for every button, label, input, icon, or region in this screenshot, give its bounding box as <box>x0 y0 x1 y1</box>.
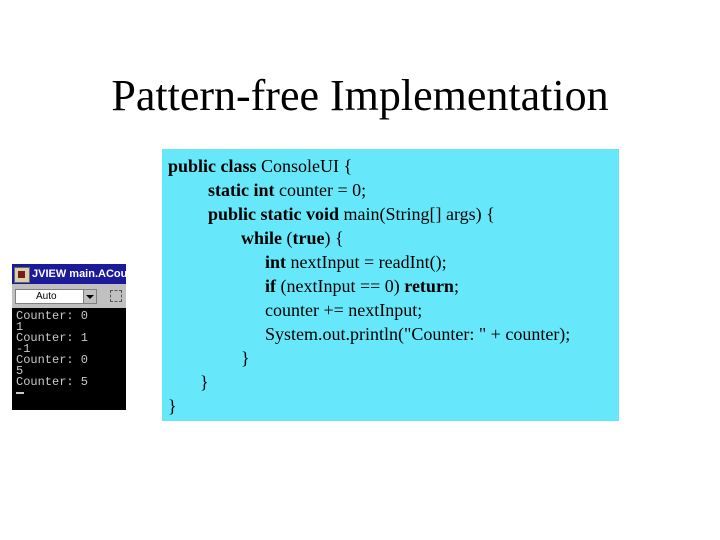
code-text: main(String[] args) { <box>343 204 495 224</box>
code-keyword: public class <box>168 156 262 176</box>
code-line: counter += nextInput; <box>265 298 422 322</box>
chevron-down-icon[interactable] <box>83 290 96 303</box>
code-line: System.out.println("Counter: " + counter… <box>265 322 570 346</box>
code-text: nextInput = readInt(); <box>290 252 447 272</box>
code-keyword: while <box>241 228 287 248</box>
console-output-line: Counter: 5 <box>16 375 89 389</box>
code-text: System.out.println("Counter: " + counter… <box>265 324 571 344</box>
text-cursor <box>16 391 24 394</box>
code-line: } <box>168 394 177 418</box>
console-output: Counter: 0 1 Counter: 1 -1 Counter: 0 5 Counte… <box>16 309 126 399</box>
console-titlebar[interactable]: JVIEW main.ACou <box>12 264 126 284</box>
code-text: counter += nextInput; <box>265 300 423 320</box>
code-text: } <box>241 348 250 368</box>
console-output-line: Counter: 0 <box>16 309 89 323</box>
code-text: (nextInput == 0) <box>280 276 405 296</box>
code-keyword: static int <box>208 180 279 200</box>
console-window[interactable]: JVIEW main.ACou Auto Counter: 0 1 Counter:… <box>12 264 126 410</box>
slide-title: Pattern-free Implementation <box>111 71 609 120</box>
code-keyword: return <box>404 276 454 296</box>
code-line: public class ConsoleUI { <box>168 154 352 178</box>
code-block: public class ConsoleUI {static int count… <box>162 149 619 421</box>
code-keyword: public static void <box>208 204 344 224</box>
code-line: if (nextInput == 0) return; <box>265 274 459 298</box>
mark-icon[interactable] <box>110 290 122 302</box>
window-title: JVIEW main.ACou <box>32 268 126 280</box>
code-keyword: true <box>292 228 325 248</box>
code-text: } <box>200 372 209 392</box>
code-text: } <box>168 396 177 416</box>
console-output-line: Counter: 1 <box>16 331 89 345</box>
app-icon[interactable] <box>14 267 30 283</box>
code-line: static int counter = 0; <box>208 178 366 202</box>
code-line: public static void main(String[] args) { <box>208 202 495 226</box>
code-keyword: int <box>265 252 291 272</box>
code-text: ; <box>453 276 459 296</box>
console-toolbar: Auto <box>12 284 126 308</box>
console-output-line: Counter: 0 <box>16 353 89 367</box>
code-text: counter = 0; <box>279 180 367 200</box>
code-text: ) { <box>324 228 344 248</box>
code-line: int nextInput = readInt(); <box>265 250 447 274</box>
font-size-select[interactable]: Auto <box>15 289 97 304</box>
code-line: } <box>200 370 209 394</box>
code-text: ConsoleUI { <box>261 156 353 176</box>
code-line: } <box>241 346 250 370</box>
font-size-select-value: Auto <box>36 291 57 302</box>
code-keyword: if <box>265 276 281 296</box>
console-cursor-line <box>16 388 126 399</box>
code-line: while (true) { <box>241 226 344 250</box>
